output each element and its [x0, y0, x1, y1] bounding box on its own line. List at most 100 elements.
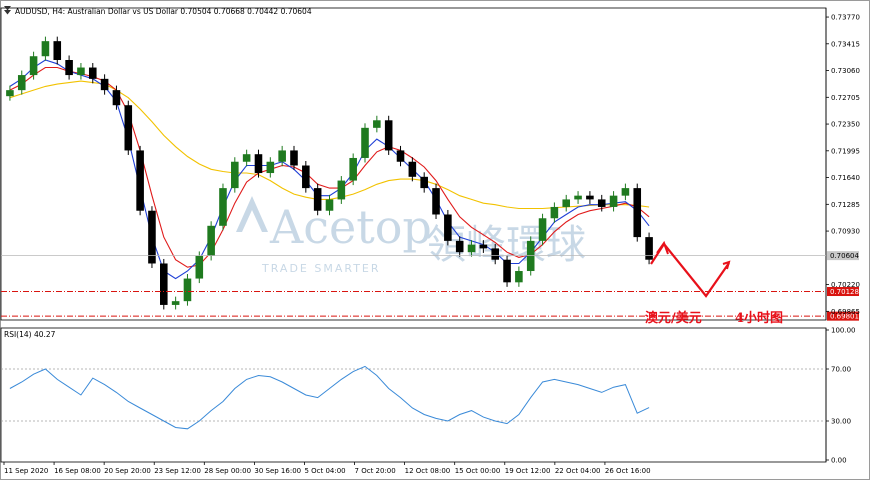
- candle-bull: [219, 188, 227, 226]
- candle-bear: [420, 176, 428, 189]
- candle-bull: [29, 56, 38, 76]
- candle-bull: [361, 127, 369, 158]
- candle-bear: [444, 214, 452, 241]
- candle-bear: [597, 199, 606, 207]
- candle: [633, 183, 642, 242]
- candle-bull: [349, 157, 357, 181]
- time-tick-label: 22 Oct 04:00: [555, 467, 601, 475]
- candle-bear: [290, 150, 298, 166]
- candle-bear: [88, 67, 97, 79]
- price-tick-label: 0.72705: [831, 94, 860, 102]
- candle-bull: [373, 120, 381, 128]
- candle-bear: [313, 188, 322, 211]
- watermark-tagline: TRADE SMARTER: [261, 262, 381, 275]
- time-tick-label: 16 Sep 08:00: [54, 467, 101, 475]
- candle-bear: [479, 244, 488, 249]
- candle: [195, 251, 204, 284]
- annotation-pair: 澳元/美元: [645, 310, 702, 326]
- watermark-brand: Acetop: [269, 200, 432, 254]
- candle: [231, 157, 239, 193]
- price-tick-label: 0.71285: [831, 201, 860, 209]
- candle-bull: [574, 195, 582, 200]
- candle-bear: [645, 237, 653, 260]
- price-tick-label: 0.73770: [831, 14, 860, 22]
- current-price-value: 0.70604: [830, 252, 859, 260]
- candle: [302, 160, 310, 193]
- candle: [645, 232, 653, 265]
- time-tick-label: 30 Sep 16:00: [254, 467, 301, 475]
- candle-bear: [136, 150, 144, 211]
- candle-bear: [254, 154, 263, 174]
- time-tick-label: 26 Oct 16:00: [605, 467, 651, 475]
- candle-bull: [550, 206, 559, 219]
- candle: [503, 255, 511, 287]
- candle-bull: [183, 278, 192, 302]
- time-tick-label: 19 Oct 12:00: [505, 467, 551, 475]
- candle-bear: [384, 120, 393, 151]
- candle-bear: [53, 41, 62, 60]
- candle-bear: [503, 259, 511, 283]
- candle-bull: [231, 161, 239, 189]
- rsi-caption: RSI(14) 40.27: [4, 330, 56, 339]
- current-price-tag: 0.70604: [827, 251, 859, 260]
- rsi-tick-label: 0.00: [831, 457, 847, 465]
- candle-bear: [65, 60, 73, 76]
- candle: [136, 145, 144, 216]
- candle-bear: [302, 165, 310, 189]
- candle: [313, 183, 322, 216]
- candle-bear: [124, 105, 133, 151]
- time-tick-label: 15 Oct 00:00: [455, 467, 501, 475]
- candle: [219, 183, 227, 231]
- candle-bull: [77, 67, 85, 76]
- candle-bear: [432, 188, 440, 215]
- candle-bear: [396, 150, 405, 162]
- price-tick-label: 0.71640: [831, 174, 860, 182]
- price-tick-label: 0.69865: [831, 308, 860, 316]
- candle-bear: [112, 90, 121, 106]
- price-tick-label: 0.72350: [831, 121, 860, 129]
- candle-bull: [515, 271, 523, 283]
- candle-bear: [160, 263, 168, 305]
- candle-bull: [195, 255, 204, 279]
- candle-bear: [586, 195, 594, 200]
- price-tick-label: 0.70220: [831, 281, 860, 289]
- candle-bear: [100, 78, 109, 91]
- rsi-tick-label: 100.00: [831, 327, 856, 335]
- candle: [349, 153, 357, 186]
- price-tick-label: 0.71995: [831, 147, 860, 155]
- candle-bull: [41, 41, 50, 57]
- candle-bear: [455, 240, 464, 253]
- candle-bull: [171, 301, 180, 305]
- level-label: 0.70128: [830, 288, 859, 296]
- time-tick-label: 7 Oct 20:00: [355, 467, 396, 475]
- candle: [207, 221, 215, 261]
- rsi-tick-label: 30.00: [831, 418, 851, 426]
- rsi-plot-area[interactable]: [0, 327, 827, 463]
- candle-bull: [467, 244, 476, 253]
- time-tick-label: 5 Oct 04:00: [304, 467, 345, 475]
- candle-bull: [278, 150, 286, 162]
- time-tick-label: 12 Oct 08:00: [405, 467, 451, 475]
- symbol-caption: AUDUSD, H4: Australian Dollar vs US Doll…: [15, 7, 312, 16]
- price-tick-label: 0.73060: [831, 67, 860, 75]
- candle-bull: [609, 195, 618, 207]
- rsi-tick-label: 70.00: [831, 366, 851, 374]
- candle-bear: [408, 161, 417, 177]
- candle-bull: [266, 161, 275, 174]
- time-tick-label: 28 Sep 00:00: [204, 467, 251, 475]
- candle: [148, 206, 156, 268]
- time-tick-label: 20 Sep 20:00: [104, 467, 151, 475]
- candle-bull: [562, 199, 571, 207]
- candle-bull: [621, 188, 630, 196]
- candle-bull: [207, 225, 215, 256]
- time-tick-label: 11 Sep 2020: [4, 467, 48, 475]
- candle-bear: [633, 188, 642, 238]
- symbol-header: AUDUSD, H4: Australian Dollar vs US Doll…: [4, 6, 312, 16]
- candle: [124, 100, 133, 155]
- candle-bull: [242, 154, 251, 162]
- candle-bull: [17, 75, 26, 91]
- candle: [432, 183, 440, 220]
- candle-bull: [325, 199, 334, 211]
- annotation-timeframe: 4小时图: [735, 310, 783, 326]
- candle: [538, 213, 547, 246]
